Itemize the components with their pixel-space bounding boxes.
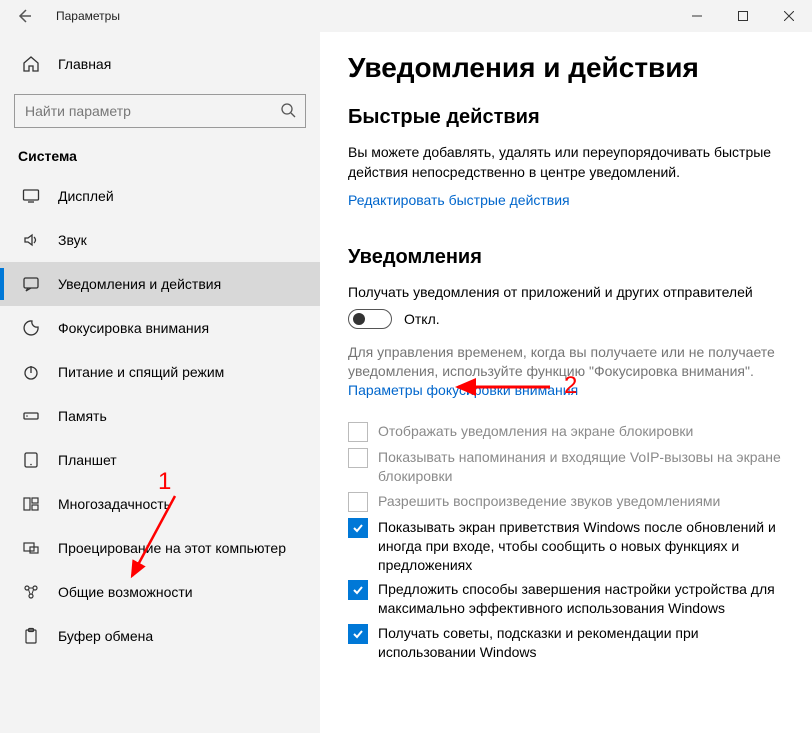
nav-item-label: Память [58,408,107,424]
checkbox-row: Показывать напоминания и входящие VoIP-в… [348,448,788,486]
checkbox[interactable] [348,580,368,600]
checkbox [348,422,368,442]
nav-item-storage[interactable]: Память [0,394,320,438]
checkbox-label: Отображать уведомления на экране блокиро… [378,422,693,441]
checkbox[interactable] [348,624,368,644]
close-icon [784,11,794,21]
checkbox-label: Предложить способы завершения настройки … [378,580,788,618]
checkbox-row: Предложить способы завершения настройки … [348,580,788,618]
notifications-icon [18,275,44,293]
nav-item-power[interactable]: Питание и спящий режим [0,350,320,394]
nav-item-label: Проецирование на этот компьютер [58,540,286,556]
close-button[interactable] [766,0,812,32]
shared-experiences-icon [18,583,44,601]
nav-item-label: Уведомления и действия [58,276,221,292]
notifications-heading: Уведомления [348,246,800,269]
nav-item-label: Многозадачность [58,496,171,512]
focus-assist-icon [18,319,44,337]
nav-item-label: Звук [58,232,87,248]
tablet-icon [18,451,44,469]
display-icon [18,187,44,205]
quick-actions-heading: Быстрые действия [348,106,800,129]
checkbox [348,448,368,468]
back-arrow-icon [16,8,32,24]
checkbox-label: Разрешить воспроизведение звуков уведомл… [378,492,720,511]
nav-item-sound[interactable]: Звук [0,218,320,262]
storage-icon [18,407,44,425]
search-box[interactable] [14,94,306,128]
page-title: Уведомления и действия [348,52,800,84]
checkbox-label: Получать советы, подсказки и рекомендаци… [378,624,788,662]
titlebar: Параметры [0,0,812,32]
content-pane: Уведомления и действия Быстрые действия … [320,32,812,733]
checkbox[interactable] [348,518,368,538]
maximize-button[interactable] [720,0,766,32]
multitasking-icon [18,495,44,513]
nav-item-label: Буфер обмена [58,628,153,644]
nav-item-notifications[interactable]: Уведомления и действия [0,262,320,306]
nav-item-label: Фокусировка внимания [58,320,209,336]
nav-item-label: Питание и спящий режим [58,364,224,380]
sound-icon [18,231,44,249]
minimize-icon [692,11,702,21]
nav-item-tablet[interactable]: Планшет [0,438,320,482]
maximize-icon [738,11,748,21]
search-icon [280,102,296,121]
notifications-toggle-label: Получать уведомления от приложений и дру… [348,283,778,303]
sidebar: Главная Система Дисплей Звук Уведомления и… [0,32,320,733]
focus-helper-text: Для управления временем, когда вы получа… [348,343,778,382]
settings-window: Параметры Главная [0,0,812,733]
checkbox-row: Показывать экран приветствия Windows пос… [348,518,788,575]
focus-assist-link[interactable]: Параметры фокусировки внимания [348,382,578,398]
nav-item-focus-assist[interactable]: Фокусировка внимания [0,306,320,350]
edit-quick-actions-link[interactable]: Редактировать быстрые действия [348,192,570,208]
nav-list: Дисплей Звук Уведомления и действия Фокусир… [0,174,320,658]
nav-item-display[interactable]: Дисплей [0,174,320,218]
home-label: Главная [58,56,111,72]
projecting-icon [18,539,44,557]
back-button[interactable] [0,8,48,24]
checkbox-row: Получать советы, подсказки и рекомендаци… [348,624,788,662]
clipboard-icon [18,627,44,645]
nav-item-clipboard[interactable]: Буфер обмена [0,614,320,658]
checkbox [348,492,368,512]
toggle-state-label: Откл. [404,311,440,327]
home-icon [18,55,44,73]
nav-item-label: Общие возможности [58,584,193,600]
search-input[interactable] [14,94,306,128]
nav-item-projecting[interactable]: Проецирование на этот компьютер [0,526,320,570]
quick-actions-desc: Вы можете добавлять, удалять или переупо… [348,143,778,182]
home-nav[interactable]: Главная [0,42,320,86]
nav-item-label: Дисплей [58,188,114,204]
checkbox-list: Отображать уведомления на экране блокиро… [348,422,800,662]
power-icon [18,363,44,381]
notifications-toggle[interactable] [348,309,392,329]
nav-item-label: Планшет [58,452,117,468]
nav-item-multitasking[interactable]: Многозадачность [0,482,320,526]
window-title: Параметры [48,9,120,23]
checkbox-label: Показывать экран приветствия Windows пос… [378,518,788,575]
minimize-button[interactable] [674,0,720,32]
checkbox-label: Показывать напоминания и входящие VoIP-в… [378,448,788,486]
checkbox-row: Разрешить воспроизведение звуков уведомл… [348,492,788,512]
body: Главная Система Дисплей Звук Уведомления и… [0,32,812,733]
section-system-label: Система [0,144,320,174]
nav-item-shared-experiences[interactable]: Общие возможности [0,570,320,614]
checkbox-row: Отображать уведомления на экране блокиро… [348,422,788,442]
